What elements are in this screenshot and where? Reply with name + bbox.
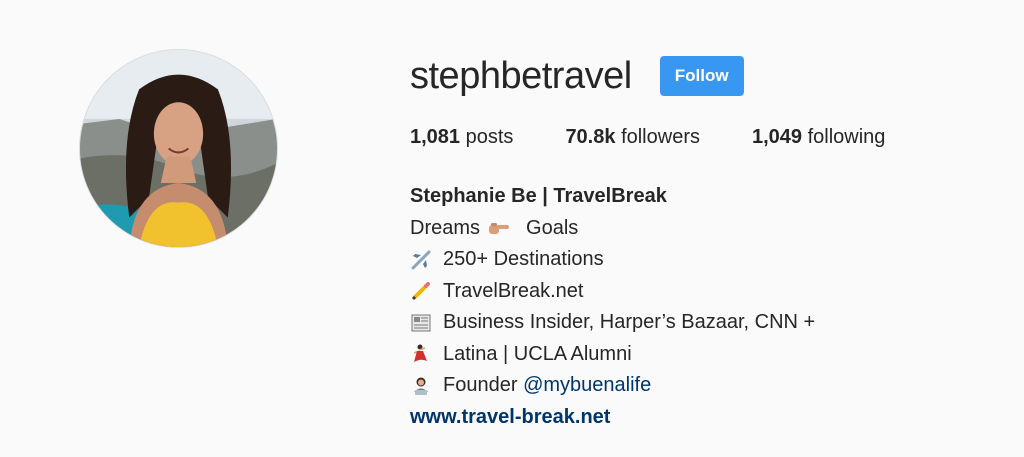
bio-line-press: Business Insider, Harper’s Bazaar, CNN + [410,307,1010,339]
pencil-icon [410,280,432,302]
profile-info: stephbetravel Follow 1,081 posts 70.8k f… [410,50,1010,433]
profile-bio: Stephanie Be | TravelBreak Dreams Goals [410,181,1010,433]
bio-line-dreams-goals: Dreams Goals [410,213,1010,245]
bio-line-destinations: 250+ Destinations [410,244,1010,276]
following-label: following [807,126,886,148]
posts-count: 1,081 [410,126,461,148]
website-link[interactable]: www.travel-break.net [410,402,610,434]
full-name: Stephanie Be | TravelBreak [410,185,667,207]
bio-text-goals: Goals [526,216,579,239]
followers-label: followers [621,126,700,148]
bio-line-background: Latina | UCLA Alumni [410,339,1010,371]
username: stephbetravel [410,54,632,97]
bio-text-founder: Founder [443,374,518,396]
bio-text-background: Latina | UCLA Alumni [443,342,632,365]
mention-link[interactable]: @mybuenalife [523,370,651,402]
followers-stat[interactable]: 70.8k followers [565,126,700,149]
profile-photo [80,50,277,247]
following-count: 1,049 [751,126,803,148]
bio-line-website-text: TravelBreak.net [410,276,1010,308]
bio-text-press: Business Insider, Harper’s Bazaar, CNN + [443,311,816,333]
woman-technologist-icon [410,375,432,397]
airplane-icon [410,249,432,271]
newspaper-icon [410,312,432,334]
follow-button[interactable]: Follow [659,56,744,96]
bio-line-url: www.travel-break.net [410,402,1010,434]
bio-text-travelbreak: TravelBreak.net [443,279,584,302]
bio-text-destinations: 250+ Destinations [443,248,604,270]
dancer-icon [410,343,432,365]
pointing-hand-icon [488,217,510,239]
followers-count: 70.8k [565,126,616,148]
profile-header: stephbetravel Follow [410,50,1010,102]
bio-text-dreams: Dreams [410,216,481,239]
bio-line-founder: Founder @mybuenalife [410,370,1010,402]
profile-stats: 1,081 posts 70.8k followers 1,049 follow… [410,126,1010,149]
profile-avatar[interactable] [79,49,278,248]
following-stat[interactable]: 1,049 following [752,126,885,149]
posts-stat[interactable]: 1,081 posts [410,126,513,149]
posts-label: posts [465,126,514,148]
